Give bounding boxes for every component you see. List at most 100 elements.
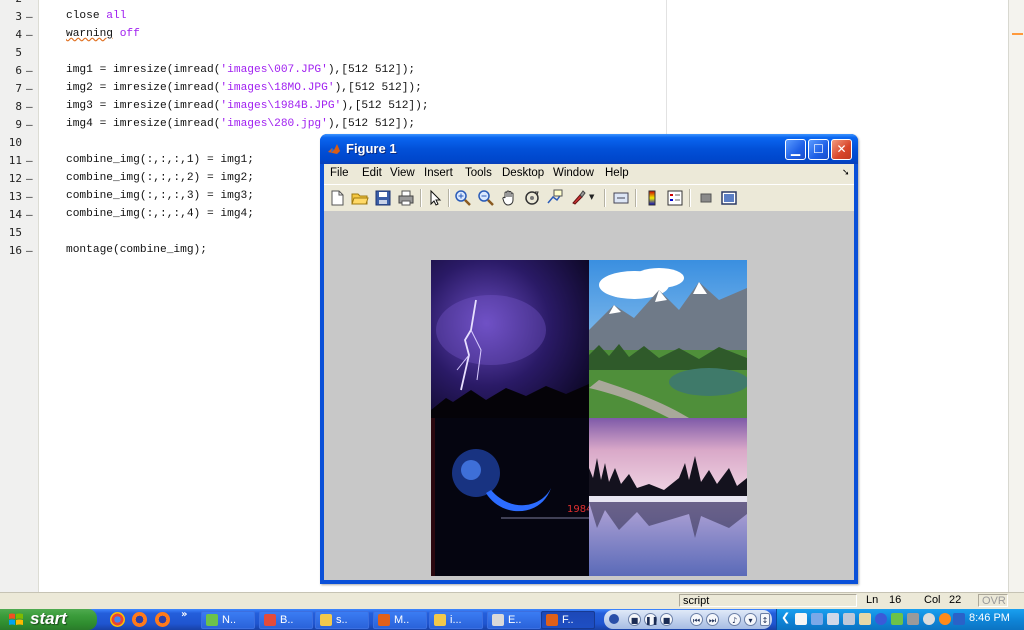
figure-titlebar[interactable]: Figure 1 ▁ ☐ ✕ [320, 134, 858, 164]
security-icon[interactable] [827, 613, 839, 625]
code-line[interactable]: combine_img(:,:,:,3) = img3; [66, 190, 254, 202]
tray-app-icon[interactable] [953, 613, 965, 625]
volume-icon[interactable] [843, 613, 855, 625]
firefox-icon[interactable] [155, 612, 170, 627]
colorbar-icon[interactable] [643, 189, 661, 207]
menu-tools[interactable]: Tools [465, 167, 492, 179]
close-button[interactable]: ✕ [831, 139, 852, 160]
avast-icon[interactable] [939, 613, 951, 625]
breakpoint-marker[interactable]: – [26, 64, 34, 77]
data-cursor-icon[interactable] [546, 189, 564, 207]
code-line[interactable]: warning off [66, 28, 140, 40]
dock-arrow-icon[interactable]: ➘ [842, 167, 850, 178]
new-figure-icon[interactable] [328, 189, 346, 207]
taskbar-task-button[interactable]: s.. [315, 611, 369, 629]
bluetooth-icon[interactable] [875, 613, 887, 625]
media-volume-icon[interactable]: ♪ [728, 613, 741, 626]
tray-app-icon[interactable] [923, 613, 935, 625]
menu-desktop[interactable]: Desktop [502, 167, 544, 179]
menu-help[interactable]: Help [605, 167, 629, 179]
network-icon[interactable] [811, 613, 823, 625]
figure-canvas[interactable]: 1984 [324, 211, 854, 580]
media-player-toolbar: ■ ❚❚ ■ ⏮ ⏭ ♪ ▾ ↕ [604, 610, 772, 629]
link-plot-icon[interactable] [612, 189, 630, 207]
open-file-icon[interactable] [351, 189, 369, 207]
menu-file[interactable]: File [330, 167, 349, 179]
select-arrow-icon[interactable] [426, 189, 444, 207]
media-pause-icon[interactable]: ❚❚ [644, 613, 658, 626]
toolbar-separator [448, 189, 450, 207]
legend-icon[interactable] [666, 189, 684, 207]
rotate-3d-icon[interactable] [523, 189, 541, 207]
media-resize-icon[interactable]: ↕ [760, 613, 770, 626]
media-next-icon[interactable]: ⏭ [706, 613, 719, 626]
code-line[interactable]: clear all [66, 0, 126, 4]
warning-marker[interactable] [1012, 33, 1023, 35]
media-stop-icon[interactable]: ■ [660, 613, 673, 626]
breakpoint-marker[interactable]: – [26, 154, 34, 167]
string-literal: 'images\280.jpg' [220, 118, 328, 130]
breakpoint-marker[interactable]: – [26, 82, 34, 95]
brush-icon[interactable] [569, 189, 587, 207]
clock[interactable]: 8:46 PM [969, 612, 1010, 624]
code-line[interactable]: combine_img(:,:,:,1) = img1; [66, 154, 254, 166]
code-line[interactable]: montage(combine_img); [66, 244, 207, 256]
line-number: 13 [8, 190, 22, 203]
zoom-out-icon[interactable] [477, 189, 495, 207]
taskbar-task-button[interactable]: N.. [201, 611, 255, 629]
code-line[interactable]: img3 = imresize(imread('images\1984B.JPG… [66, 100, 429, 112]
show-plot-tools-icon[interactable] [720, 189, 738, 207]
hide-plot-tools-icon[interactable] [697, 189, 715, 207]
breakpoint-marker[interactable]: – [26, 172, 34, 185]
year-text: 1984 [567, 504, 589, 515]
menu-view[interactable]: View [390, 167, 415, 179]
taskbar-task-button[interactable]: M.. [373, 611, 427, 629]
menu-edit[interactable]: Edit [362, 167, 382, 179]
network-icon[interactable] [795, 613, 807, 625]
taskbar-task-button[interactable]: F.. [541, 611, 595, 629]
breakpoint-marker[interactable]: – [26, 208, 34, 221]
minimize-button[interactable]: ▁ [785, 139, 806, 160]
figure-window[interactable]: Figure 1 ▁ ☐ ✕ File Edit View Insert Too… [320, 134, 858, 584]
print-icon[interactable] [397, 189, 415, 207]
start-button[interactable]: start [0, 609, 97, 630]
breakpoint-marker[interactable]: – [26, 244, 34, 257]
editor-message-bar[interactable] [1008, 0, 1024, 592]
code-line[interactable]: combine_img(:,:,:,4) = img4; [66, 208, 254, 220]
breakpoint-marker[interactable]: – [26, 10, 34, 23]
media-stop-icon[interactable]: ■ [628, 613, 641, 626]
menu-window[interactable]: Window [553, 167, 594, 179]
breakpoint-marker[interactable]: – [26, 100, 34, 113]
breakpoint-marker[interactable]: – [26, 0, 34, 5]
tray-app-icon[interactable] [859, 613, 871, 625]
tray-collapse-icon[interactable]: ❮ [781, 611, 790, 624]
code-line[interactable]: img4 = imresize(imread('images\280.jpg')… [66, 118, 415, 130]
frozen-lake-sunset-image [589, 418, 747, 576]
tray-app-icon[interactable] [907, 613, 919, 625]
media-dropdown-icon[interactable]: ▾ [744, 613, 757, 626]
line-number: 5 [15, 46, 22, 59]
breakpoint-marker[interactable]: – [26, 190, 34, 203]
taskbar-task-button[interactable]: i... [429, 611, 483, 629]
menu-insert[interactable]: Insert [424, 167, 453, 179]
chrome-icon[interactable] [110, 612, 125, 627]
maximize-button[interactable]: ☐ [808, 139, 829, 160]
quick-launch-more-icon[interactable]: » [181, 609, 187, 620]
ovi-icon[interactable] [891, 613, 903, 625]
code-line[interactable]: close all [66, 10, 126, 22]
breakpoint-marker[interactable]: – [26, 28, 34, 41]
code-line[interactable]: img1 = imresize(imread('images\007.JPG')… [66, 64, 415, 76]
code-line[interactable]: combine_img(:,:,:,2) = img2; [66, 172, 254, 184]
zoom-in-icon[interactable] [454, 189, 472, 207]
breakpoint-marker[interactable]: – [26, 118, 34, 131]
taskbar-task-button[interactable]: E.. [487, 611, 541, 629]
taskbar-task-button[interactable]: B.. [259, 611, 313, 629]
firefox-icon[interactable] [132, 612, 147, 627]
minimize-icon: ▁ [790, 142, 801, 156]
pan-hand-icon[interactable] [500, 189, 518, 207]
media-previous-icon[interactable]: ⏮ [690, 613, 703, 626]
code-token: combine_img(:,:,:,1) = img1; [66, 154, 254, 166]
save-icon[interactable] [374, 189, 392, 207]
code-line[interactable]: img2 = imresize(imread('images\18MO.JPG'… [66, 82, 422, 94]
